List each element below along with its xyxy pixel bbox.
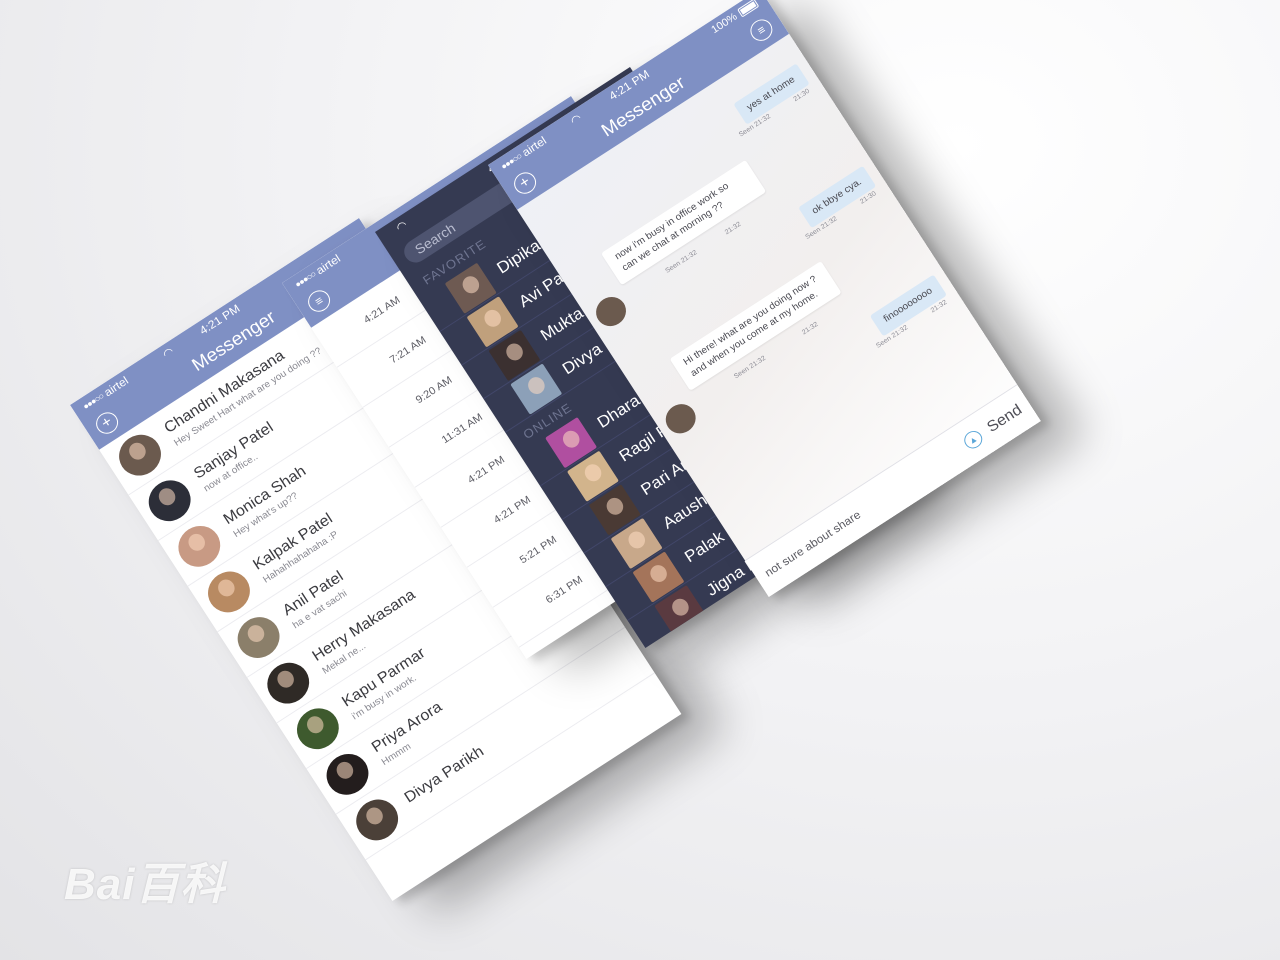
watermark: Bai百科 [64, 860, 226, 909]
menu-icon[interactable]: ≡ [304, 286, 335, 316]
avatar [348, 791, 406, 849]
menu-icon[interactable]: ≡ [746, 15, 777, 46]
wifi-icon: ◠ [567, 110, 585, 128]
add-icon[interactable]: + [92, 408, 123, 438]
contact-avatar [660, 398, 702, 439]
wifi-icon: ◠ [393, 217, 410, 235]
send-button[interactable]: Send [984, 401, 1025, 436]
add-icon[interactable]: + [510, 168, 541, 198]
message-bubble-in: now i'm busy in office work so can we ch… [600, 159, 767, 286]
message-time: 21:32 [800, 321, 820, 337]
mockup-stage: ●●●○○ airtel ◠ 4:21 PM + Messenger Chand… [0, 0, 1280, 960]
wifi-icon: ◠ [160, 344, 177, 362]
contact-avatar [590, 291, 632, 332]
message-time: 21:32 [723, 220, 743, 237]
